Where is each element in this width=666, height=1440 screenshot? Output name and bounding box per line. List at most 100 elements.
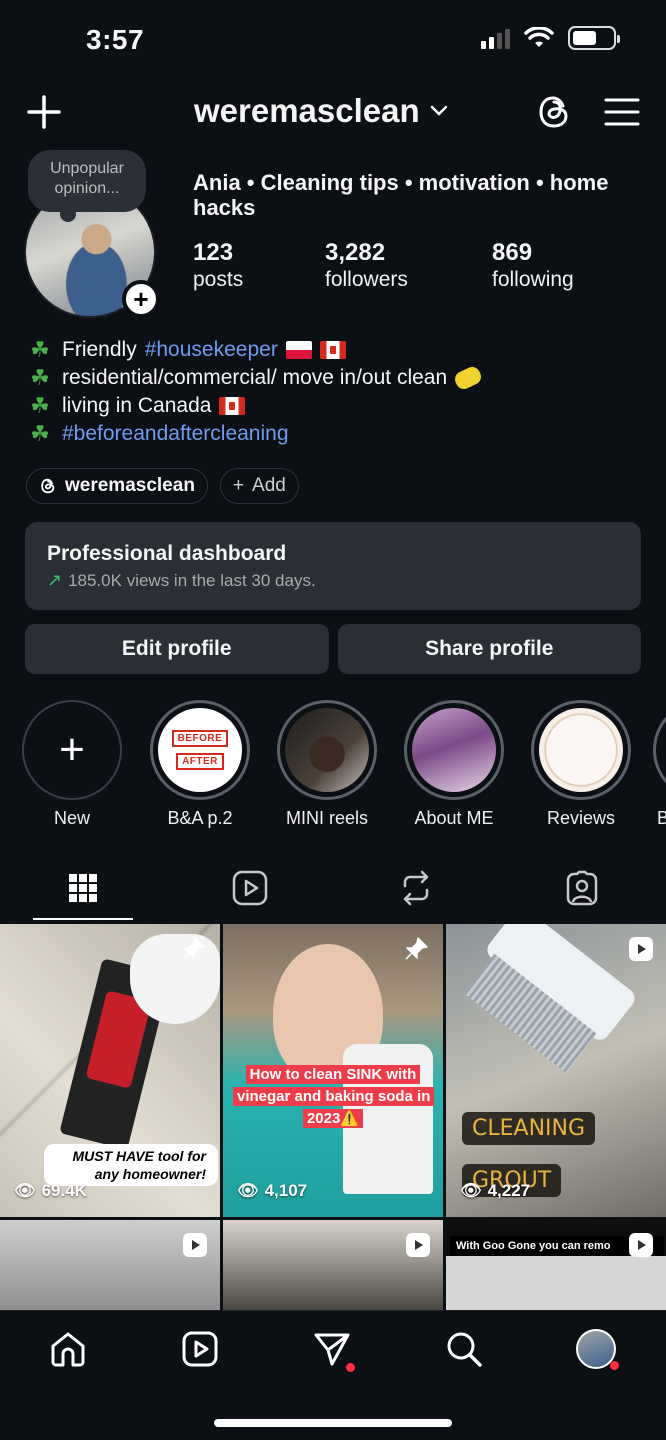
nav-home[interactable] bbox=[48, 1329, 88, 1369]
professional-dashboard-card[interactable]: Professional dashboard ↗ 185.0K views in… bbox=[25, 522, 641, 610]
stat-value: 869 bbox=[492, 239, 533, 266]
tab-reposts[interactable] bbox=[396, 868, 436, 908]
hamburger-menu-icon[interactable] bbox=[604, 96, 640, 128]
nav-search[interactable] bbox=[444, 1329, 484, 1369]
create-plus-icon[interactable] bbox=[26, 94, 62, 130]
home-indicator bbox=[214, 1419, 452, 1427]
profile-links: weremasclean + Add bbox=[26, 468, 299, 504]
post-tile[interactable]: How to clean SINK with vinegar and bakin… bbox=[223, 924, 443, 1217]
tab-tagged[interactable] bbox=[562, 868, 602, 908]
username-title: weremasclean bbox=[194, 92, 420, 129]
threads-icon bbox=[41, 478, 55, 494]
status-icons bbox=[481, 26, 620, 50]
status-bar: 3:57 bbox=[0, 0, 666, 80]
post-caption: How to clean SINK with vinegar and bakin… bbox=[233, 1065, 435, 1128]
stat-posts[interactable]: 123 posts bbox=[193, 240, 243, 294]
after-badge: AFTER bbox=[176, 753, 224, 770]
canada-flag-icon bbox=[219, 397, 246, 415]
before-after-thumbnail: BEFORE AFTER bbox=[158, 708, 242, 792]
status-time: 3:57 bbox=[86, 24, 145, 55]
post-views: 👁 69.4K bbox=[14, 1181, 87, 1201]
reel-icon bbox=[629, 1233, 653, 1257]
profile-bio: ☘ Friendly #housekeeper ☘ residential/co… bbox=[26, 336, 646, 448]
username-switcher[interactable]: weremasclean bbox=[194, 92, 448, 130]
bio-text: living in Canada bbox=[62, 394, 212, 417]
active-tab-indicator bbox=[33, 918, 133, 920]
nav-reels[interactable] bbox=[180, 1329, 220, 1369]
before-badge: BEFORE bbox=[171, 730, 229, 747]
share-profile-button[interactable]: Share profile bbox=[337, 624, 641, 674]
highlight-label: MINI reels bbox=[285, 808, 368, 828]
post-tile[interactable] bbox=[0, 1220, 220, 1310]
post-views: 👁 4,227 bbox=[460, 1181, 530, 1201]
bottom-navigation bbox=[0, 1310, 666, 1440]
reviews-thumbnail bbox=[539, 708, 623, 792]
dog-thumbnail bbox=[285, 708, 369, 792]
tab-reels[interactable] bbox=[230, 868, 270, 908]
stat-label: posts bbox=[193, 268, 244, 291]
canada-flag-icon bbox=[319, 341, 346, 359]
poland-flag-icon bbox=[285, 341, 312, 359]
grid-icon bbox=[69, 874, 97, 902]
post-tile[interactable]: CLEANING GROUT 👁 4,227 bbox=[446, 924, 666, 1217]
content-tabs bbox=[0, 858, 666, 922]
bio-line: ☘ living in Canada bbox=[26, 392, 646, 420]
post-tile[interactable]: With Goo Gone you can remo bbox=[446, 1220, 666, 1310]
hashtag-link[interactable]: #beforeandaftercleaning bbox=[62, 420, 289, 448]
highlight-new[interactable]: + New bbox=[17, 700, 127, 829]
highlight-partial[interactable]: B bbox=[653, 700, 666, 829]
post-views: 👁 4,107 bbox=[237, 1181, 307, 1201]
highlight-mini-reels[interactable]: MINI reels bbox=[272, 700, 382, 829]
profile-header: weremasclean bbox=[0, 86, 666, 142]
stat-label: following bbox=[492, 268, 574, 291]
views-count: 4,107 bbox=[264, 1181, 308, 1200]
eye-icon: 👁 bbox=[14, 1181, 36, 1200]
bio-text: Friendly bbox=[62, 338, 137, 361]
highlight-label: B&A p.2 bbox=[167, 808, 233, 828]
stat-label: followers bbox=[325, 268, 408, 291]
stat-followers[interactable]: 3,282 followers bbox=[325, 240, 408, 294]
reels-icon bbox=[232, 870, 268, 906]
hashtag-link[interactable]: #housekeeper bbox=[145, 336, 278, 364]
threads-profile-chip[interactable]: weremasclean bbox=[26, 468, 208, 504]
highlight-ba[interactable]: BEFORE AFTER B&A p.2 bbox=[145, 700, 255, 829]
dashboard-subtitle-row: ↗ 185.0K views in the last 30 days. bbox=[47, 570, 619, 591]
profile-actions: Edit profile Share profile bbox=[25, 624, 641, 674]
tagged-user-icon bbox=[566, 870, 598, 906]
highlight-label: New bbox=[53, 808, 90, 828]
stat-value: 123 bbox=[193, 239, 234, 266]
highlight-reviews[interactable]: Reviews bbox=[526, 700, 636, 829]
add-story-plus-icon[interactable]: + bbox=[122, 280, 160, 318]
add-link-chip[interactable]: + Add bbox=[219, 468, 299, 504]
post-caption: MUST HAVE tool for any homeowner! bbox=[44, 1144, 218, 1186]
nav-messages[interactable] bbox=[312, 1329, 355, 1372]
shamrock-icon: ☘ bbox=[30, 421, 50, 446]
battery-icon bbox=[568, 26, 620, 50]
reel-icon bbox=[406, 1233, 430, 1257]
stat-following[interactable]: 869 following bbox=[492, 240, 574, 294]
sponge-icon bbox=[452, 364, 484, 392]
bio-line: ☘ residential/commercial/ move in/out cl… bbox=[26, 364, 646, 392]
trend-up-arrow-icon: ↗ bbox=[47, 570, 63, 590]
post-tile[interactable]: MUST HAVE tool for any homeowner! 👁 69.4… bbox=[0, 924, 220, 1217]
search-icon bbox=[447, 1332, 482, 1367]
eye-icon: 👁 bbox=[237, 1181, 259, 1200]
note-text: Unpopular opinion... bbox=[50, 160, 124, 197]
highlight-about-me[interactable]: About ME bbox=[399, 700, 509, 829]
reel-icon bbox=[629, 937, 653, 961]
post-tile[interactable] bbox=[223, 1220, 443, 1310]
shamrock-icon: ☘ bbox=[30, 337, 50, 362]
dashboard-title: Professional dashboard bbox=[47, 542, 287, 565]
bio-line: ☘ #beforeandaftercleaning bbox=[26, 420, 646, 448]
chevron-down-icon bbox=[430, 105, 447, 116]
notification-dot bbox=[610, 1361, 619, 1370]
post-caption: CLEANING bbox=[462, 1112, 596, 1145]
edit-profile-button[interactable]: Edit profile bbox=[25, 624, 329, 674]
story-highlights: + New BEFORE AFTER B&A p.2 MINI reels Ab… bbox=[0, 700, 666, 840]
threads-icon[interactable] bbox=[534, 92, 574, 132]
profile-stats: 123 posts 3,282 followers 869 following bbox=[193, 240, 613, 300]
plus-icon: + bbox=[232, 475, 245, 496]
tab-grid[interactable] bbox=[63, 868, 103, 908]
nav-profile[interactable] bbox=[576, 1329, 619, 1370]
profile-note-bubble[interactable]: Unpopular opinion... bbox=[28, 150, 146, 222]
